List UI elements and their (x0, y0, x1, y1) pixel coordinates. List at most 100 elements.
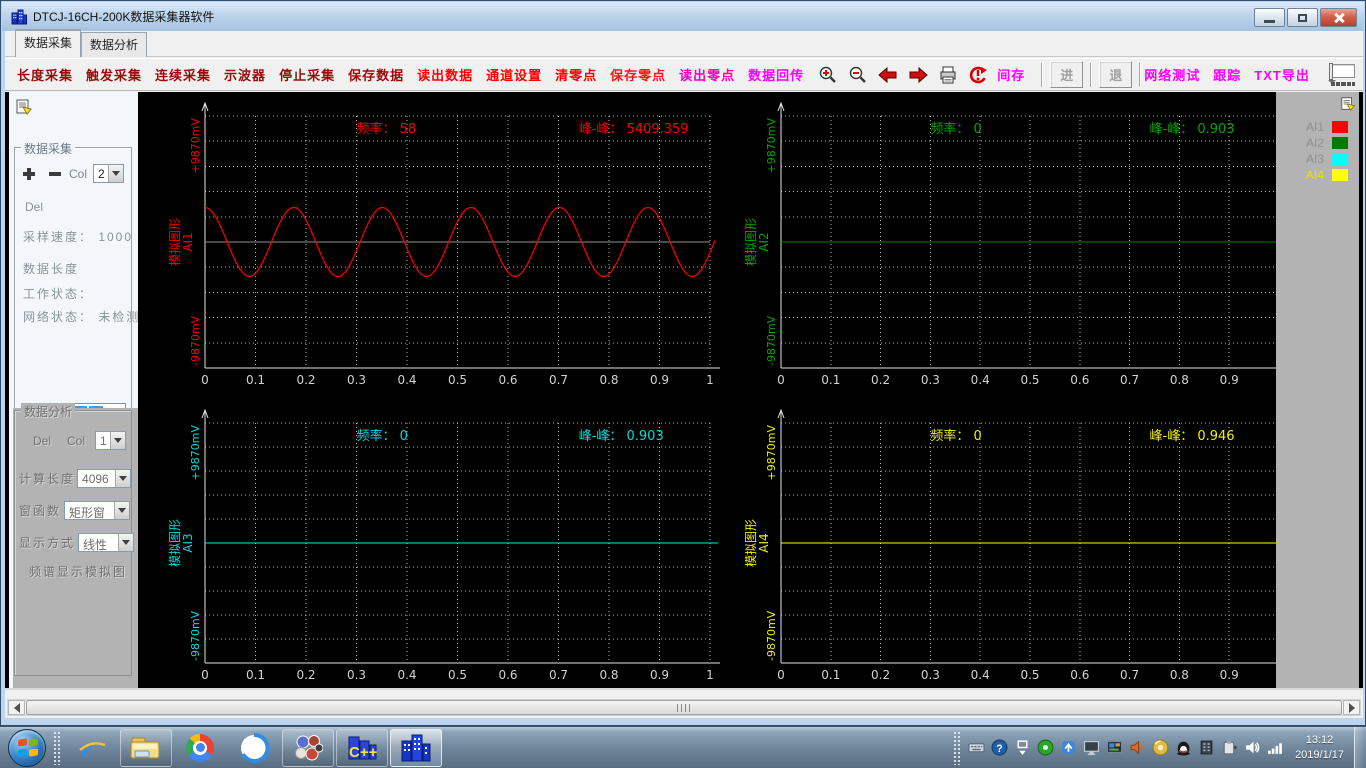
toolbar-nav-退[interactable]: 退 (1099, 61, 1132, 88)
scroll-right-button[interactable] (1343, 700, 1360, 715)
show-hidden-icon[interactable] (1014, 739, 1031, 756)
toolbar-button-停止采集[interactable]: 停止采集 (279, 65, 335, 84)
toolbar-button-读出零点[interactable]: 读出零点 (679, 65, 735, 84)
toolbar-button-连续采集[interactable]: 连续采集 (155, 65, 211, 84)
network-status-label: 网络状态： 未检测 (23, 308, 140, 325)
clipboard-icon[interactable] (1221, 739, 1238, 756)
plot-AI4[interactable]: 00.10.20.30.40.50.60.70.80.91+9870mV-987… (745, 398, 1284, 688)
network-icon[interactable] (1267, 739, 1284, 756)
green-status-icon[interactable] (1037, 739, 1054, 756)
show-desktop-button[interactable] (1354, 727, 1366, 768)
audio-manager-icon[interactable] (1129, 739, 1146, 756)
title-bar[interactable]: DTCJ-16CH-200K数据采集器软件 (2, 2, 1364, 31)
monitor-icon[interactable] (1083, 739, 1100, 756)
taskbar-clock[interactable]: 13:12 2019/1/17 (1295, 733, 1344, 763)
chevron-down-icon[interactable] (108, 165, 123, 182)
chevron-down-icon[interactable] (114, 502, 129, 519)
svg-text:0.8: 0.8 (599, 373, 618, 387)
volume-icon[interactable] (1244, 739, 1261, 756)
toolbar-separator (1090, 63, 1092, 87)
svg-text:0.4: 0.4 (397, 373, 416, 387)
horizontal-scrollbar[interactable] (7, 699, 1361, 716)
toolbar-button-读出数据[interactable]: 读出数据 (417, 65, 473, 84)
legend-item-AI4[interactable]: AI4 (1284, 168, 1348, 182)
taskbar-app-explorer[interactable] (120, 729, 172, 767)
legend-item-AI3[interactable]: AI3 (1284, 152, 1348, 166)
plot-AI3[interactable]: 00.10.20.30.40.50.60.70.80.91+9870mV-987… (138, 398, 745, 688)
window-fn-select[interactable]: 矩形窗 (64, 501, 130, 520)
chevron-down-icon[interactable] (118, 534, 133, 551)
col-label: Col (69, 167, 87, 181)
arrow-right-icon[interactable] (907, 65, 929, 85)
clock-date: 2019/1/17 (1295, 748, 1344, 763)
scrollbar-thumb[interactable] (26, 700, 1342, 715)
toolbar-button-清零点[interactable]: 清零点 (555, 65, 597, 84)
legend-item-AI1[interactable]: AI1 (1284, 120, 1348, 134)
display-icon[interactable] (1106, 739, 1123, 756)
tab-数据分析[interactable]: 数据分析 (81, 32, 147, 57)
taskbar-grip[interactable] (53, 731, 62, 765)
disc-icon[interactable] (1152, 739, 1169, 756)
chevron-down-icon[interactable] (110, 432, 125, 449)
tab-数据采集[interactable]: 数据采集 (15, 29, 81, 57)
maximize-button[interactable] (1287, 8, 1318, 27)
toolbar-button-网络测试[interactable]: 网络测试 (1144, 65, 1200, 84)
toolbar-button-示波器[interactable]: 示波器 (224, 65, 266, 84)
toolbar-button-保存零点[interactable]: 保存零点 (610, 65, 666, 84)
legend-item-AI2[interactable]: AI2 (1284, 136, 1348, 150)
window-fn-label: 窗函数 (19, 502, 61, 519)
tray-icons: ? (965, 739, 1287, 756)
taskbar-app-cpp-app[interactable]: C++ (336, 729, 388, 767)
minimize-button[interactable] (1254, 8, 1285, 27)
close-button[interactable] (1320, 8, 1357, 27)
taskbar-app-dtcj-app[interactable] (390, 729, 442, 767)
toolbar-button-长度采集[interactable]: 长度采集 (17, 65, 73, 84)
toolbar-button-通道设置[interactable]: 通道设置 (486, 65, 542, 84)
analysis-group-title: 数据分析 (21, 403, 75, 420)
svg-text:频率： 58: 频率： 58 (357, 121, 417, 137)
arrow-left-icon[interactable] (877, 65, 899, 85)
building-icon[interactable] (1198, 739, 1215, 756)
transfer-icon[interactable] (1060, 739, 1077, 756)
taskbar-app-chrome[interactable] (174, 729, 226, 767)
tray-grip[interactable] (953, 731, 962, 765)
add-icon[interactable] (23, 168, 35, 180)
taskbar-app-ie[interactable]: e (66, 729, 118, 767)
qq-icon[interactable] (1175, 739, 1192, 756)
toolbar-button-间存[interactable]: 间存 (997, 65, 1025, 84)
calc-length-select[interactable]: 4096 (77, 469, 131, 488)
print-icon[interactable] (937, 65, 959, 85)
toolbar-button-跟踪[interactable]: 跟踪 (1213, 65, 1241, 84)
chevron-down-icon[interactable] (115, 470, 130, 487)
remove-icon[interactable] (49, 172, 61, 176)
display-mode-select[interactable]: 线性 (78, 533, 134, 552)
svg-text:0.6: 0.6 (498, 668, 517, 682)
toolbar-button-TXT导出[interactable]: TXT导出 (1254, 65, 1310, 84)
zoom-out-icon[interactable] (847, 65, 869, 85)
svg-text:0.8: 0.8 (1170, 668, 1189, 682)
toolbar-button-数据回传[interactable]: 数据回传 (748, 65, 804, 84)
svg-text:?: ? (996, 743, 1002, 755)
toolbar-button-触发采集[interactable]: 触发采集 (86, 65, 142, 84)
playback-slider[interactable] (1323, 62, 1357, 88)
col-count-select[interactable]: 2 (93, 164, 124, 183)
zoom-in-icon[interactable] (817, 65, 839, 85)
taskbar-app-game-center[interactable] (282, 729, 334, 767)
ana-col-select[interactable]: 1 (95, 431, 126, 450)
refresh-icon[interactable] (967, 65, 989, 85)
analysis-groupbox: 数据分析 Del Col 1 计算长度 4096 (14, 410, 132, 676)
acquisition-groupbox: 数据采集 Col 2 Del 采样速度： 1000 数据长度 工作状态： (14, 147, 132, 437)
slider-thumb[interactable] (1329, 63, 1333, 80)
help-icon[interactable]: ? (991, 739, 1008, 756)
taskbar-app-qq-browser[interactable] (228, 729, 280, 767)
toolbar-button-保存数据[interactable]: 保存数据 (348, 65, 404, 84)
plot-AI2[interactable]: 00.10.20.30.40.50.60.70.80.91+9870mV-987… (745, 92, 1284, 398)
plot-AI1[interactable]: 00.10.20.30.40.50.60.70.80.91+9870mV-987… (138, 92, 745, 398)
slider-track[interactable] (1331, 64, 1355, 78)
scroll-left-button[interactable] (8, 700, 25, 715)
svg-text:0.1: 0.1 (821, 373, 840, 387)
toolbar-nav-进[interactable]: 进 (1050, 61, 1083, 88)
toolbar-separator (1139, 63, 1141, 87)
keyboard-icon[interactable] (968, 739, 985, 756)
start-button[interactable] (8, 729, 46, 767)
